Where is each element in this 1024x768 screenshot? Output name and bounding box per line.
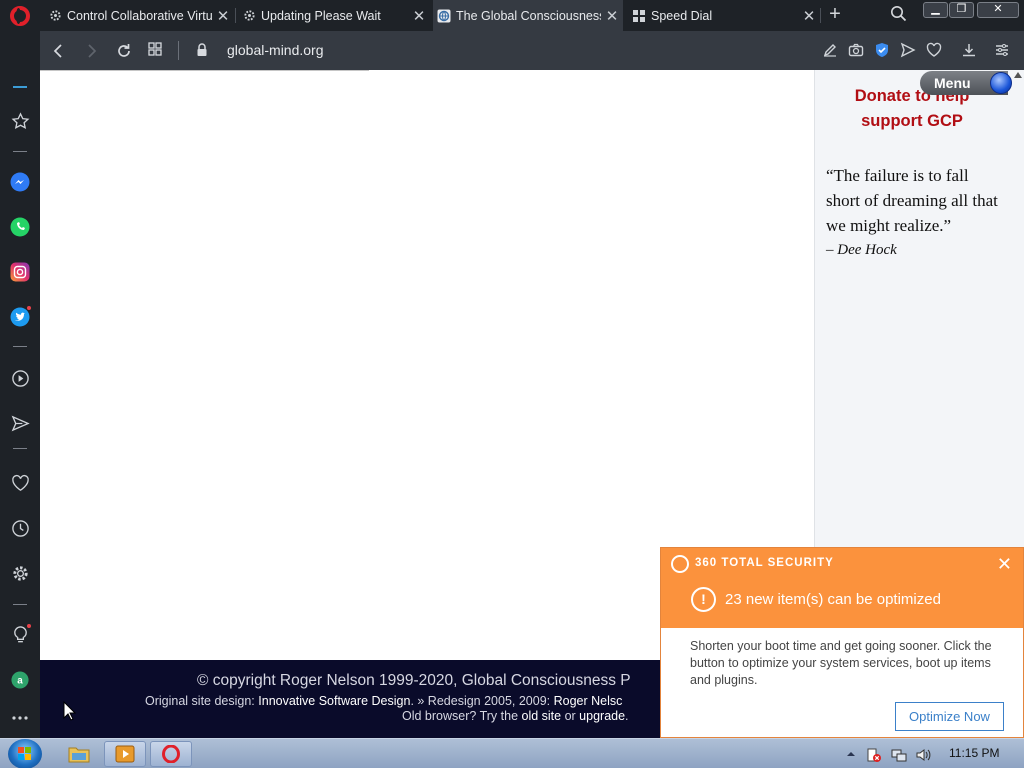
whatsapp-icon[interactable] — [9, 216, 31, 238]
opera-taskbar-icon[interactable] — [150, 741, 192, 767]
history-clock-icon[interactable] — [9, 517, 31, 539]
scroll-up-arrow-icon[interactable] — [1014, 72, 1022, 78]
popup-header: 360 TOTAL SECURITY ✕ ! 23 new item(s) ca… — [661, 548, 1023, 628]
more-icon[interactable] — [9, 707, 31, 729]
old-site-link[interactable]: old site — [522, 709, 562, 723]
amazon-icon[interactable]: a — [9, 669, 31, 691]
globe-icon — [437, 9, 451, 23]
bookmarks-star-icon[interactable] — [9, 110, 31, 132]
footer-old-browser: Old browser? Try the old site or upgrade… — [402, 709, 629, 723]
redesign-link[interactable]: Roger Nelsc — [554, 694, 623, 708]
popup-close-icon[interactable]: ✕ — [997, 554, 1012, 575]
tab-bar: Control Collaborative Virtu ✕ Updating P… — [0, 0, 1024, 31]
taskbar: 11:15 PM — [0, 738, 1024, 768]
action-center-icon[interactable] — [866, 747, 881, 762]
taskbar-clock[interactable]: 11:15 PM — [949, 746, 999, 760]
tab-close-icon[interactable]: ✕ — [798, 7, 820, 25]
popup-brand: 360 TOTAL SECURITY — [695, 557, 834, 569]
tab-close-icon[interactable]: ✕ — [408, 7, 430, 25]
file-explorer-icon[interactable] — [58, 741, 100, 767]
edit-page-icon[interactable] — [821, 41, 839, 59]
shield-icon[interactable] — [873, 41, 891, 59]
quote-text: “The failure is to fall short of dreamin… — [826, 166, 998, 235]
tab-title: Speed Dial — [651, 8, 713, 23]
forward-icon[interactable] — [81, 41, 101, 61]
back-icon[interactable] — [49, 41, 69, 61]
mouse-cursor-icon — [63, 700, 77, 726]
tabs-grid-icon[interactable] — [145, 41, 165, 61]
quote-author: – Dee Hock — [826, 242, 897, 258]
total-security-logo-icon — [671, 555, 689, 573]
twitter-icon[interactable] — [9, 305, 32, 328]
grid-icon — [632, 9, 646, 23]
tab-title: Control Collaborative Virtu — [67, 8, 212, 23]
tab-speed-dial[interactable]: Speed Dial ✕ — [628, 0, 820, 31]
my-flow-send-icon[interactable] — [9, 412, 31, 434]
tab-control-collaborative[interactable]: Control Collaborative Virtu ✕ — [44, 0, 234, 31]
settings-gear-icon[interactable] — [9, 562, 31, 584]
upgrade-link[interactable]: upgrade — [579, 709, 625, 723]
popup-message: 23 new item(s) can be optimized — [725, 591, 941, 608]
new-tab-button[interactable]: + — [825, 3, 845, 26]
menu-label: Menu — [934, 75, 971, 91]
address-bar: global-mind.org — [40, 31, 1024, 70]
volume-icon[interactable] — [915, 747, 931, 761]
security-popup: 360 TOTAL SECURITY ✕ ! 23 new item(s) ca… — [660, 547, 1024, 738]
messenger-icon[interactable] — [9, 171, 31, 193]
restore-button[interactable]: ❐ — [949, 2, 974, 18]
player-icon[interactable] — [9, 367, 31, 389]
tab-close-icon[interactable]: ✕ — [601, 7, 623, 25]
close-window-button[interactable]: ✕ — [977, 2, 1019, 18]
copyright-text: © copyright Roger Nelson 1999-2020, Glob… — [197, 672, 631, 689]
tab-updating[interactable]: Updating Please Wait ✕ — [238, 0, 430, 31]
pinboard-heart-icon[interactable] — [9, 472, 31, 494]
gear-icon — [242, 9, 256, 23]
instagram-icon[interactable] — [9, 261, 31, 283]
url-field[interactable]: global-mind.org — [227, 42, 324, 58]
start-button[interactable] — [8, 739, 42, 768]
send-icon[interactable] — [899, 41, 917, 59]
lock-icon[interactable] — [197, 43, 207, 56]
tray-expand-arrow-icon[interactable] — [845, 747, 859, 761]
tab-title: The Global Consciousness — [456, 8, 601, 23]
minimize-button[interactable]: ▁ — [923, 2, 948, 18]
svg-text:a: a — [17, 676, 23, 687]
heart-icon[interactable] — [925, 41, 943, 59]
gear-icon — [48, 9, 62, 23]
tab-close-icon[interactable]: ✕ — [212, 7, 234, 25]
easy-setup-icon[interactable] — [993, 41, 1011, 59]
tips-lightbulb-icon[interactable] — [9, 623, 32, 646]
tab-global-consciousness[interactable]: The Global Consciousness ✕ — [433, 0, 623, 31]
design-link[interactable]: Innovative Software Design — [258, 694, 410, 708]
footer-credits: Original site design: Innovative Softwar… — [145, 694, 623, 708]
reload-icon[interactable] — [114, 41, 134, 61]
tab-search-icon[interactable] — [890, 5, 907, 27]
camera-icon[interactable] — [847, 41, 865, 59]
popup-body: Shorten your boot time and get going soo… — [690, 639, 992, 687]
sidebar: a — [0, 31, 40, 738]
download-icon[interactable] — [960, 41, 978, 59]
opera-menu-icon[interactable] — [10, 6, 30, 26]
tab-title: Updating Please Wait — [261, 8, 381, 23]
exclamation-icon: ! — [691, 587, 716, 612]
menu-ball-icon — [990, 72, 1012, 94]
media-player-icon[interactable] — [104, 741, 146, 767]
network-icon[interactable] — [891, 747, 907, 762]
menu-button[interactable]: Menu — [920, 71, 1012, 95]
optimize-now-button[interactable]: Optimize Now — [895, 702, 1004, 731]
